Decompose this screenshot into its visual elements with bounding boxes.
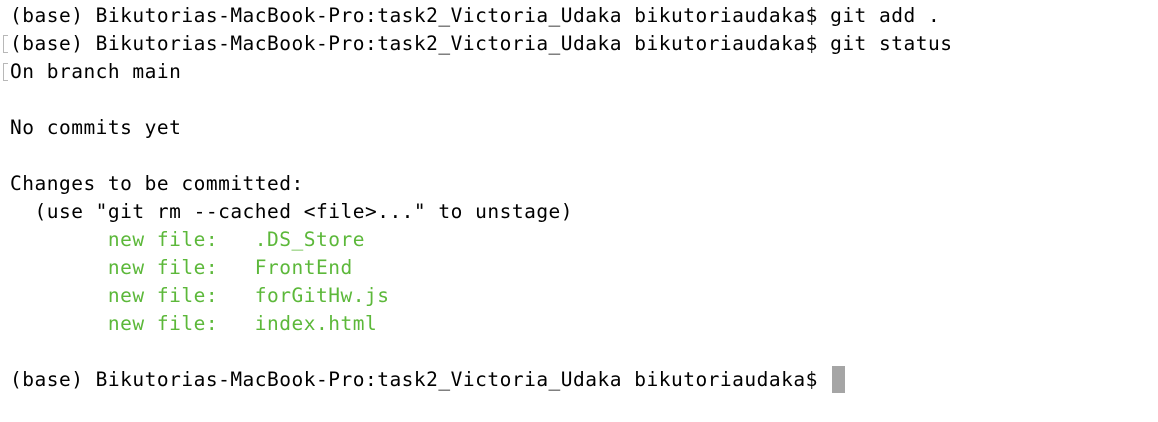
- staged-file-index-html: new file: index.html: [10, 312, 378, 335]
- output-no-commits: No commits yet: [10, 116, 182, 139]
- staged-file-ds-store: new file: .DS_Store: [10, 228, 365, 251]
- shell-prompt-line[interactable]: (base) Bikutorias-MacBook-Pro:task2_Vict…: [10, 366, 846, 394]
- line-mark-icon: [3, 63, 8, 81]
- shell-prompt: (base) Bikutorias-MacBook-Pro:task2_Vict…: [10, 368, 831, 391]
- staged-file-forgithw-js: new file: forGitHw.js: [10, 284, 390, 307]
- command-line-git-add: (base) Bikutorias-MacBook-Pro:task2_Vict…: [10, 4, 941, 27]
- output-unstage-hint: (use "git rm --cached <file>..." to unst…: [10, 200, 574, 223]
- output-branch: On branch main: [10, 60, 182, 83]
- command-line-git-status: (base) Bikutorias-MacBook-Pro:task2_Vict…: [10, 32, 953, 55]
- output-changes-header: Changes to be committed:: [10, 172, 304, 195]
- text-cursor: [832, 366, 846, 393]
- line-mark-icon: [3, 35, 8, 53]
- terminal-window[interactable]: (base) Bikutorias-MacBook-Pro:task2_Vict…: [0, 0, 1158, 422]
- staged-file-frontend: new file: FrontEnd: [10, 256, 353, 279]
